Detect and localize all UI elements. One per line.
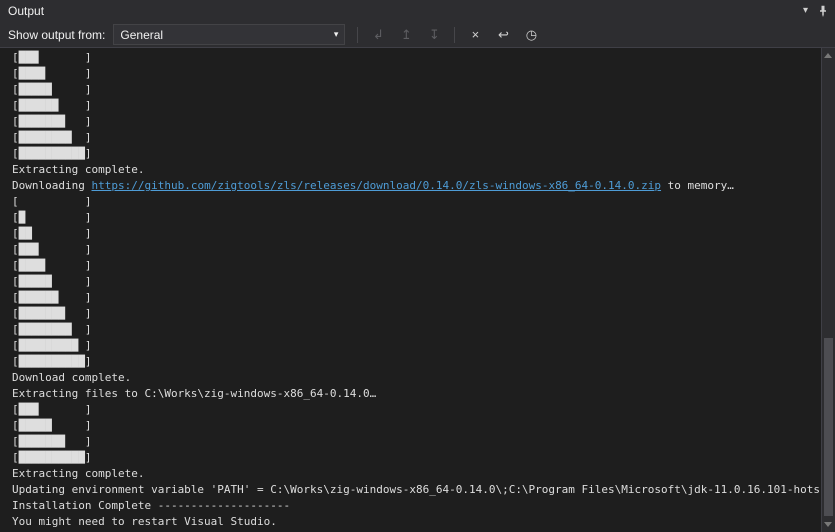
output-source-dropdown[interactable]: General ▾	[113, 24, 345, 45]
toggle-word-wrap-icon[interactable]: ↩	[491, 24, 515, 45]
progress-bar-line: [█ ]	[12, 210, 822, 226]
log-text: [████ ]	[12, 67, 91, 80]
progress-bar-line: [█████ ]	[12, 82, 822, 98]
log-text: [███ ]	[12, 403, 91, 416]
log-text: [███████ ]	[12, 435, 91, 448]
window-position-chevron-icon[interactable]: ▾	[803, 6, 808, 16]
scroll-down-icon[interactable]	[824, 522, 832, 527]
log-text: to memory…	[661, 179, 734, 192]
log-text: [██████████]	[12, 451, 91, 464]
log-line: Updating environment variable 'PATH' = C…	[12, 482, 822, 498]
clear-all-icon[interactable]: ×	[463, 24, 487, 45]
log-text: [█ ]	[12, 211, 91, 224]
progress-bar-line: [████████ ]	[12, 322, 822, 338]
output-toolbar: Show output from: General ▾ ↲↥↧ ×↩◷	[0, 22, 835, 48]
progress-bar-line: [█████████ ]	[12, 338, 822, 354]
progress-bar-line: [████████ ]	[12, 130, 822, 146]
progress-bar-line: [█████ ]	[12, 274, 822, 290]
log-line: Downloading https://github.com/zigtools/…	[12, 178, 822, 194]
pin-icon[interactable]	[817, 5, 829, 17]
title-bar-actions: ▾	[803, 5, 831, 17]
progress-bar-line: [ ]	[12, 194, 822, 210]
progress-bar-line: [███████ ]	[12, 306, 822, 322]
log-text: Download complete.	[12, 371, 131, 384]
progress-bar-line: [██████████]	[12, 450, 822, 466]
log-text: [██████████]	[12, 147, 91, 160]
toolbar-separator	[357, 27, 358, 43]
log-line: Extracting files to C:\Works\zig-windows…	[12, 386, 822, 402]
goto-next-message-icon: ↧	[422, 24, 446, 45]
log-text: [██████████]	[12, 355, 91, 368]
progress-bar-line: [███ ]	[12, 242, 822, 258]
progress-bar-line: [███████ ]	[12, 434, 822, 450]
output-source-value: General	[120, 28, 163, 42]
log-line: You might need to restart Visual Studio.	[12, 514, 822, 530]
output-log[interactable]: [███ ] [████ ] [█████ ] [██████ ] [███████ ]…	[0, 48, 822, 532]
log-line: Download complete.	[12, 370, 822, 386]
download-url-link[interactable]: https://github.com/zigtools/zls/releases…	[91, 179, 661, 192]
log-line: Extracting complete.	[12, 162, 822, 178]
toolbar-separator	[454, 27, 455, 43]
progress-bar-line: [██ ]	[12, 226, 822, 242]
show-output-from-label: Show output from:	[8, 28, 105, 42]
goto-previous-message-icon: ↥	[394, 24, 418, 45]
log-text: You might need to restart Visual Studio.	[12, 515, 277, 528]
progress-bar-line: [██████████]	[12, 354, 822, 370]
log-text: [███ ]	[12, 51, 91, 64]
scroll-up-icon[interactable]	[824, 53, 832, 58]
vertical-scrollbar[interactable]	[821, 48, 835, 532]
log-text: [███████ ]	[12, 115, 91, 128]
log-text: [████ ]	[12, 259, 91, 272]
progress-bar-line: [███ ]	[12, 50, 822, 66]
progress-bar-line: [██████████]	[12, 146, 822, 162]
chevron-down-icon: ▾	[334, 29, 339, 40]
log-text: [███ ]	[12, 243, 91, 256]
progress-bar-line: [███ ]	[12, 402, 822, 418]
progress-bar-line: [████ ]	[12, 66, 822, 82]
log-text: [█████ ]	[12, 83, 91, 96]
progress-bar-line: [█████ ]	[12, 418, 822, 434]
title-bar[interactable]: Output ▾	[0, 0, 835, 22]
log-text: [███████ ]	[12, 307, 91, 320]
log-text: Extracting complete.	[12, 163, 144, 176]
log-text: [█████ ]	[12, 275, 91, 288]
log-text: Extracting files to C:\Works\zig-windows…	[12, 387, 376, 400]
log-text: [██████ ]	[12, 99, 91, 112]
log-text: [████████ ]	[12, 323, 91, 336]
log-text: [████████ ]	[12, 131, 91, 144]
toolbar-icon-group: ↲↥↧ ×↩◷	[351, 24, 545, 45]
log-line: Installation Complete ------------------…	[12, 498, 822, 514]
log-text: [██ ]	[12, 227, 91, 240]
log-text: Updating environment variable 'PATH' = C…	[12, 483, 822, 496]
log-text: [█████████ ]	[12, 339, 91, 352]
log-text: [██████ ]	[12, 291, 91, 304]
progress-bar-line: [██████ ]	[12, 290, 822, 306]
timestamps-icon[interactable]: ◷	[519, 24, 543, 45]
log-text: Downloading	[12, 179, 91, 192]
log-line: Extracting complete.	[12, 466, 822, 482]
log-text: [ ]	[12, 195, 91, 208]
log-text: Installation Complete ------------------…	[12, 499, 290, 512]
output-tool-window: Output ▾ Show output from: General ▾ ↲↥↧…	[0, 0, 835, 532]
progress-bar-line: [██████ ]	[12, 98, 822, 114]
find-message-in-code-icon: ↲	[366, 24, 390, 45]
log-text: [█████ ]	[12, 419, 91, 432]
scrollbar-thumb[interactable]	[824, 338, 833, 516]
progress-bar-line: [████ ]	[12, 258, 822, 274]
progress-bar-line: [███████ ]	[12, 114, 822, 130]
window-title: Output	[8, 4, 44, 18]
log-text: Extracting complete.	[12, 467, 144, 480]
